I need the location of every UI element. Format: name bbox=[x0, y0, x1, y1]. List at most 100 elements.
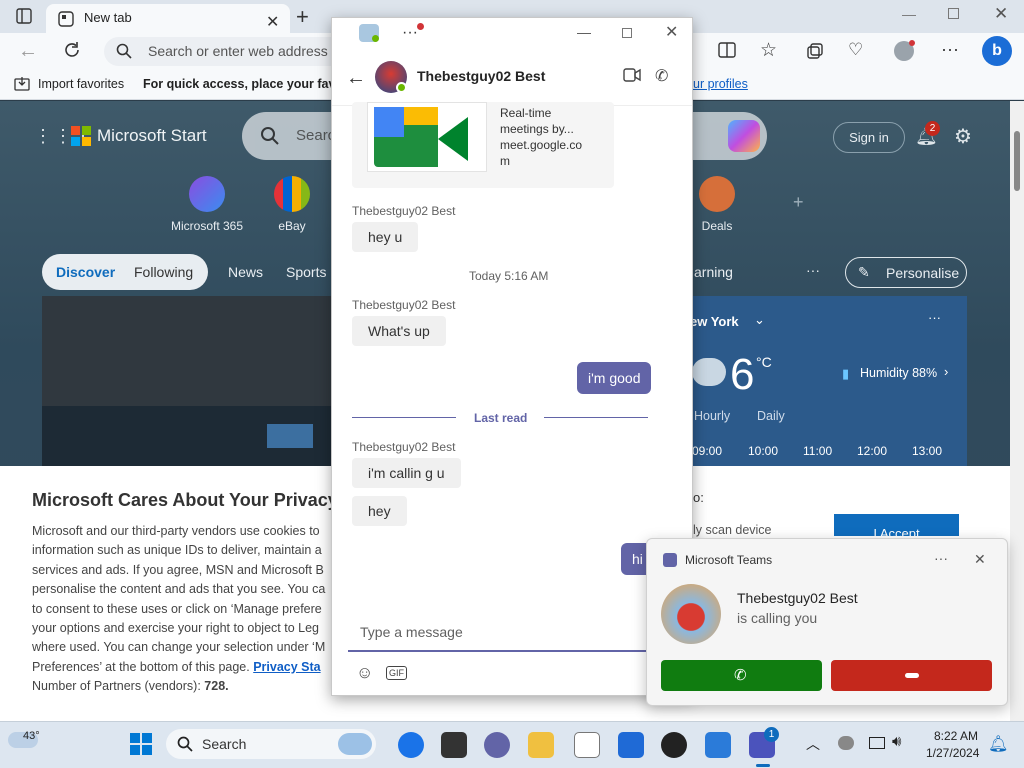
ebay-icon[interactable] bbox=[274, 176, 310, 212]
personalise-button[interactable]: ✎ Personalise bbox=[845, 257, 967, 288]
incoming-message[interactable]: hey u bbox=[352, 222, 419, 252]
minimize-window-button[interactable]: — bbox=[902, 6, 916, 22]
audio-call-icon[interactable]: ✆ bbox=[655, 66, 668, 86]
link-preview-card[interactable]: Real-time meetings by... meet.google.co … bbox=[352, 102, 614, 188]
incoming-message[interactable]: hey bbox=[352, 496, 407, 526]
back-arrow-icon[interactable]: ← bbox=[18, 40, 38, 63]
teams-badge: 1 bbox=[764, 727, 779, 742]
deals-tag-icon[interactable] bbox=[699, 176, 735, 212]
profiles-link[interactable]: ur profiles bbox=[693, 77, 748, 91]
weather-humidity: Humidity 88% bbox=[860, 366, 938, 380]
sign-in-button[interactable]: Sign in bbox=[833, 122, 905, 153]
link-preview-line: m bbox=[500, 154, 510, 168]
contact-name[interactable]: Thebestguy02 Best bbox=[417, 68, 545, 84]
chat-more-icon[interactable]: ··· bbox=[402, 24, 418, 42]
scrollbar-thumb[interactable] bbox=[1014, 131, 1020, 191]
copilot-bing-icon[interactable]: b bbox=[982, 36, 1012, 66]
photos-icon[interactable] bbox=[705, 732, 731, 758]
accept-call-button[interactable]: ✆ bbox=[661, 660, 822, 691]
taskbar-time[interactable]: 8:22 AM bbox=[934, 729, 978, 743]
message-compose-box[interactable]: Type a message bbox=[348, 612, 648, 652]
file-explorer-icon[interactable] bbox=[528, 732, 554, 758]
humidity-chevron-icon[interactable]: › bbox=[944, 364, 948, 379]
chat-maximize-button[interactable] bbox=[622, 28, 632, 38]
caller-avatar bbox=[661, 584, 721, 644]
weather-more-icon[interactable]: ··· bbox=[928, 310, 941, 325]
close-tab-icon[interactable]: ✕ bbox=[266, 12, 279, 32]
tab-following[interactable]: Following bbox=[134, 264, 193, 280]
chat-time-divider: Today 5:16 AM bbox=[469, 269, 549, 283]
taskbar-search-label: Search bbox=[202, 736, 247, 752]
personalise-label: Personalise bbox=[886, 265, 960, 281]
chat-header: ← Thebestguy02 Best ✆ bbox=[332, 58, 692, 106]
split-screen-icon[interactable] bbox=[718, 42, 736, 58]
msn-settings-icon[interactable]: ⚙ bbox=[954, 124, 972, 149]
city-dropdown-icon[interactable]: ⌄ bbox=[754, 312, 765, 328]
tab-actions-icon[interactable] bbox=[16, 8, 32, 24]
toast-more-icon[interactable]: ··· bbox=[934, 550, 948, 566]
close-window-button[interactable]: ✕ bbox=[994, 4, 1008, 24]
link-preview-text: Real-time meetings by... meet.google.co … bbox=[500, 105, 582, 169]
media-player-icon[interactable] bbox=[661, 732, 687, 758]
google-meet-logo bbox=[367, 102, 487, 172]
incoming-message[interactable]: What's up bbox=[352, 316, 446, 346]
decline-call-button[interactable] bbox=[831, 660, 992, 691]
more-tabs-icon[interactable]: ··· bbox=[806, 262, 820, 278]
last-read-divider: Last read bbox=[474, 411, 528, 425]
browser-essentials-icon[interactable]: ♡ bbox=[848, 40, 863, 60]
microsoft-365-icon[interactable] bbox=[189, 176, 225, 212]
weather-tab-hourly[interactable]: Hourly bbox=[694, 409, 730, 423]
weather-city: ew York bbox=[690, 314, 739, 329]
tab-new-tab[interactable]: New tab ✕ bbox=[46, 4, 290, 33]
microsoft-store-icon[interactable] bbox=[618, 732, 644, 758]
taskbar-search-box[interactable]: Search bbox=[166, 729, 376, 759]
privacy-line: services and ads. If you agree, MSN and … bbox=[32, 562, 324, 577]
accept-cookies-button[interactable]: I Accept bbox=[834, 514, 959, 536]
import-favorites-link[interactable]: Import favorites bbox=[38, 77, 124, 91]
page-scrollbar[interactable] bbox=[1010, 101, 1024, 721]
emoji-icon[interactable]: ☺ bbox=[356, 663, 373, 683]
incoming-message[interactable]: i'm callin g u bbox=[352, 458, 461, 488]
chat-back-arrow-icon[interactable]: ← bbox=[346, 67, 366, 90]
weather-hour: 13:00 bbox=[912, 444, 943, 458]
weather-card[interactable]: ew York ⌄ ··· 6 °C ▮ Humidity 88% › Hour… bbox=[690, 296, 967, 466]
incoming-call-toast: Microsoft Teams ··· ✕ Thebestguy02 Best … bbox=[646, 538, 1008, 706]
weather-tab-daily[interactable]: Daily bbox=[757, 409, 785, 423]
video-call-icon[interactable] bbox=[623, 68, 641, 82]
tab-discover[interactable]: Discover bbox=[56, 264, 115, 280]
windows-start-icon[interactable] bbox=[130, 733, 152, 755]
news-hero-card[interactable] bbox=[42, 296, 332, 466]
terminal-icon[interactable] bbox=[441, 732, 467, 758]
notification-center-icon[interactable]: 🔔︎ bbox=[988, 734, 1008, 754]
settings-more-icon[interactable]: ··· bbox=[941, 39, 959, 60]
onedrive-icon[interactable] bbox=[838, 736, 854, 750]
message-sender: Thebestguy02 Best bbox=[352, 298, 456, 312]
gif-button[interactable]: GIF bbox=[386, 666, 407, 680]
refresh-icon[interactable] bbox=[62, 40, 82, 60]
humidity-icon: ▮ bbox=[842, 366, 850, 381]
favorites-star-icon[interactable]: ☆ bbox=[760, 39, 777, 62]
tab-learning[interactable]: arning bbox=[694, 264, 733, 280]
new-tab-button[interactable]: + bbox=[296, 4, 309, 30]
edge-beta-icon[interactable] bbox=[398, 732, 424, 758]
volume-icon[interactable]: 🔊︎ bbox=[892, 733, 901, 750]
network-icon[interactable] bbox=[869, 737, 885, 749]
maximize-window-button[interactable] bbox=[948, 8, 959, 19]
outgoing-message[interactable]: i'm good bbox=[577, 362, 652, 394]
show-hidden-icons-chevron[interactable]: ︿ bbox=[806, 734, 820, 754]
caller-name: Thebestguy02 Best bbox=[737, 590, 858, 606]
search-icon bbox=[116, 43, 132, 59]
taskbar-date[interactable]: 1/27/2024 bbox=[926, 746, 979, 760]
privacy-statement-link[interactable]: Privacy Sta bbox=[253, 660, 320, 674]
chat-minimize-button[interactable]: — bbox=[577, 24, 591, 40]
profile-alert-dot bbox=[909, 40, 915, 46]
collections-icon[interactable] bbox=[806, 42, 824, 60]
add-shortcut-icon[interactable]: + bbox=[793, 192, 804, 213]
notepad-icon[interactable] bbox=[574, 732, 600, 758]
teams-chat-icon[interactable] bbox=[484, 732, 510, 758]
toast-close-icon[interactable]: ✕ bbox=[974, 551, 986, 568]
chat-close-button[interactable]: ✕ bbox=[665, 22, 678, 42]
copilot-icon[interactable] bbox=[728, 120, 760, 152]
tab-news[interactable]: News bbox=[228, 264, 263, 280]
tab-sports[interactable]: Sports bbox=[286, 264, 326, 280]
